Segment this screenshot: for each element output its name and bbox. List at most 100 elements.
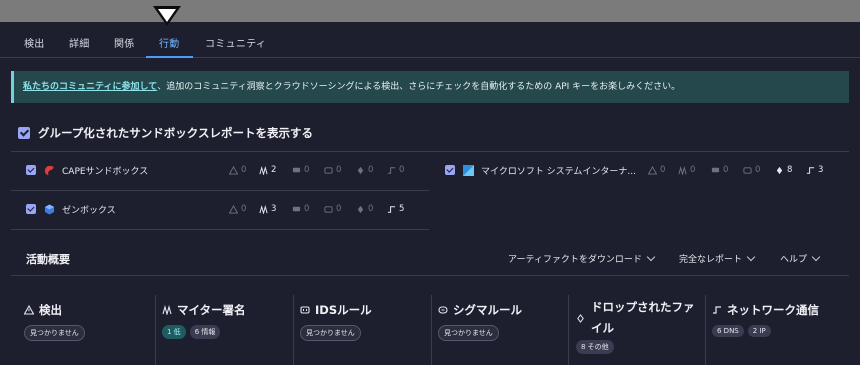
stat-comments: 0 [292,201,309,217]
stat-ids: 0 [324,162,341,178]
browser-top-strip [0,0,860,22]
mitre-icon [162,305,172,315]
stat-detections: 0 [648,162,665,178]
divider [705,295,706,365]
stat-ids: 0 [324,201,341,217]
sigma-icon [438,306,448,314]
divider [11,151,849,152]
drop-icon [577,313,584,323]
stat-detections: 0 [229,162,246,178]
drop-icon [357,166,364,174]
warning-icon [648,165,657,175]
help-menu[interactable]: ヘルプ [780,252,821,265]
card-sigma-rules: シグマルール 見つかりません [438,295,566,365]
tab-relations[interactable]: 関係 [114,35,135,50]
mitre-icon [259,204,268,214]
status-badge: 見つかりません [300,325,361,341]
active-tab-indicator [146,56,193,58]
chevron-down-icon [746,252,756,262]
mitre-icon [678,165,687,175]
severity-badge-low: 1 低 [162,325,186,339]
drop-icon [776,166,783,174]
dns-badge: 6 DNS [712,325,744,337]
card-title: ドロップされたファイル [591,300,695,335]
mitre-icon [259,165,268,175]
comment-icon [711,167,720,172]
stat-dropped: 0 [356,201,373,217]
sandbox-name: ゼンボックス [62,205,116,216]
divider [155,295,156,365]
drop-icon [357,205,364,213]
status-badge: 見つかりません [24,325,85,341]
stat-network: 5 [387,201,404,217]
ids-icon [324,205,333,213]
stat-network: 3 [806,162,823,178]
group-reports-toggle[interactable]: グループ化されたサンドボックスレポートを表示する [18,125,313,141]
divider [11,229,429,230]
divider [293,295,294,365]
severity-badge-info: 6 情報 [189,325,221,339]
card-title: シグマルール [453,303,522,317]
stat-mitre: 0 [678,162,695,178]
group-reports-checkbox[interactable] [18,127,30,139]
sysinternals-logo-icon [463,164,474,176]
group-reports-label: グループ化されたサンドボックスレポートを表示する [38,126,313,140]
join-community-link[interactable]: 私たちのコミュニティに参加して [23,82,157,92]
card-detections: 検出 見つかりません [24,295,152,365]
banner-text: 、追加のコミュニティ洞察とクラウドソーシングによる検出、さらにチェックを自動化す… [157,82,681,92]
stat-dropped: 8 [775,162,792,178]
card-title: IDSルール [315,303,372,317]
ip-badge: 2 IP [747,325,771,337]
warning-icon [229,204,238,214]
community-banner: 私たちのコミュニティに参加して、追加のコミュニティ洞察とクラウドソーシングによる… [11,71,849,103]
sandbox-checkbox[interactable] [445,165,455,175]
comment-icon [292,206,301,211]
chevron-down-icon [811,252,821,262]
status-badge: 見つかりません [438,325,499,341]
stat-comments: 0 [292,162,309,178]
card-mitre: マイター署名 1 低6 情報 [162,295,290,365]
sandbox-checkbox[interactable] [26,204,36,214]
zenbox-logo-icon [44,203,55,215]
ids-icon [300,306,310,314]
stat-network: 0 [387,162,404,178]
network-icon [713,306,721,314]
chevron-down-icon [646,252,656,262]
full-report-menu[interactable]: 完全なレポート [679,252,756,265]
network-icon [806,166,815,174]
sandbox-row-cape[interactable]: CAPEサンドボックス [26,162,148,178]
tab-bar: 検出 詳細 関係 行動 コミュニティ [0,22,860,58]
sandbox-checkbox[interactable] [26,165,36,175]
tab-detection[interactable]: 検出 [24,35,45,50]
divider [11,275,849,276]
download-artifacts-menu[interactable]: アーティファクトをダウンロード [508,252,656,265]
cape-logo-icon [44,165,54,175]
divider [568,295,569,365]
stat-comments: 0 [711,162,728,178]
warning-icon [229,165,238,175]
comment-icon [292,167,301,172]
card-network: ネットワーク通信 6 DNS 2 IP [712,295,852,365]
sandbox-name: CAPEサンドボックス [62,166,149,177]
activity-summary-title: 活動概要 [26,253,70,266]
stat-mitre: 3 [259,201,276,217]
stat-detections: 0 [229,201,246,217]
cursor-pointer-fill [158,9,176,22]
tab-behavior[interactable]: 行動 [159,35,180,50]
stat-mitre: 2 [259,162,276,178]
ids-icon [324,166,333,174]
count-badge: 8 その他 [576,340,614,354]
warning-icon [24,305,34,315]
stat-dropped: 0 [356,162,373,178]
sandbox-row-zenbox[interactable]: ゼンボックス [26,201,116,217]
tab-community[interactable]: コミュニティ [205,35,266,50]
divider [11,190,429,191]
card-title: マイター署名 [177,303,246,317]
sandbox-row-sysinternals[interactable]: マイクロソフト システムインターナ... [445,162,636,178]
tab-details[interactable]: 詳細 [69,35,90,50]
card-title: 検出 [39,303,62,317]
card-title: ネットワーク通信 [727,303,819,317]
divider [431,295,432,365]
network-icon [387,205,396,213]
network-icon [387,166,396,174]
